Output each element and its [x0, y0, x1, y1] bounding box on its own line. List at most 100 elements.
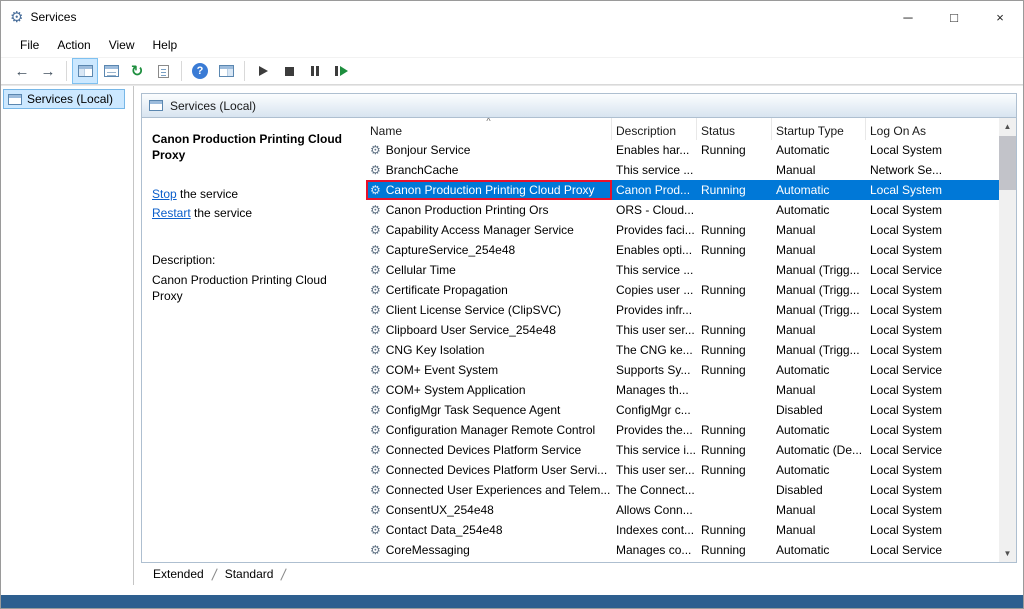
column-header[interactable]: Startup Type — [772, 118, 866, 140]
service-row[interactable]: Connected Devices Platform Service This … — [366, 440, 999, 460]
back-button[interactable]: ← — [10, 59, 34, 83]
service-startup-type: Automatic — [772, 143, 866, 157]
list-header: ^ Name Description — [366, 118, 999, 140]
service-row[interactable]: Client License Service (ClipSVC) Provide… — [366, 300, 999, 320]
service-startup-type: Manual (Trigg... — [772, 343, 866, 357]
vertical-scrollbar[interactable]: ▲ ▼ — [999, 118, 1016, 562]
service-description: Provides faci... — [612, 223, 697, 237]
service-row[interactable]: Certificate Propagation Copies user ... … — [366, 280, 999, 300]
forward-button[interactable]: → — [36, 59, 60, 83]
refresh-button[interactable]: ↻ — [125, 59, 149, 83]
export-list-button[interactable] — [151, 59, 175, 83]
console-tree-icon — [78, 65, 93, 77]
service-startup-type: Manual (Trigg... — [772, 263, 866, 277]
service-name: Clipboard User Service_254e48 — [386, 323, 556, 337]
minimize-button[interactable]: ─ — [885, 1, 931, 33]
service-row[interactable]: ConsentUX_254e48 Allows Conn... Manual L… — [366, 500, 999, 520]
restart-service-link[interactable]: Restart — [152, 206, 191, 220]
service-row[interactable]: CoreMessaging Manages co... Running Auto… — [366, 540, 999, 560]
service-name: Contact Data_254e48 — [386, 523, 503, 537]
restart-service-line: Restart the service — [152, 206, 356, 222]
menu-item[interactable]: File — [11, 34, 48, 56]
titlebar[interactable]: Services ─ □ × — [1, 1, 1023, 33]
service-row[interactable]: COM+ Event System Supports Sy... Running… — [366, 360, 999, 380]
view-tab[interactable]: Standard — [215, 565, 285, 583]
service-description: Enables har... — [612, 143, 697, 157]
service-name: Certificate Propagation — [386, 283, 508, 297]
service-description: This user ser... — [612, 323, 697, 337]
service-name-cell: COM+ System Application — [366, 380, 612, 400]
service-row[interactable]: Connected Devices Platform User Servi...… — [366, 460, 999, 480]
service-row[interactable]: Canon Production Printing Cloud Proxy Ca… — [366, 180, 999, 200]
properties-window-icon — [104, 65, 119, 77]
stop-service-link[interactable]: Stop — [152, 187, 177, 201]
help-button[interactable]: ? — [188, 59, 212, 83]
service-row[interactable]: Clipboard User Service_254e48 This user … — [366, 320, 999, 340]
action-pane-button[interactable] — [214, 59, 238, 83]
service-row[interactable]: Connected User Experiences and Telem... … — [366, 480, 999, 500]
menu-item[interactable]: Help — [144, 34, 187, 56]
view-tab[interactable]: Extended — [143, 565, 215, 583]
stop-service-line: Stop the service — [152, 187, 356, 203]
service-logon-as: Local Service — [866, 263, 999, 277]
menu-item[interactable]: View — [100, 34, 144, 56]
service-gear-icon — [370, 443, 381, 457]
service-logon-as: Local System — [866, 183, 999, 197]
service-row[interactable]: Canon Production Printing Ors ORS - Clou… — [366, 200, 999, 220]
service-gear-icon — [370, 343, 381, 357]
tree-item-services-local[interactable]: Services (Local) — [3, 89, 125, 109]
service-row[interactable]: Capability Access Manager Service Provid… — [366, 220, 999, 240]
service-row[interactable]: Contact Data_254e48 Indexes cont... Runn… — [366, 520, 999, 540]
column-header[interactable]: Description — [612, 118, 697, 140]
menu-item[interactable]: Action — [48, 34, 99, 56]
service-startup-type: Automatic — [772, 183, 866, 197]
service-row[interactable]: Configuration Manager Remote Control Pro… — [366, 420, 999, 440]
service-logon-as: Local System — [866, 523, 999, 537]
pause-service-button[interactable] — [303, 59, 327, 83]
scrollbar-thumb[interactable] — [999, 136, 1016, 190]
service-logon-as: Local System — [866, 303, 999, 317]
service-description: This user ser... — [612, 463, 697, 477]
service-startup-type: Automatic — [772, 203, 866, 217]
service-logon-as: Local System — [866, 243, 999, 257]
scroll-up-button[interactable]: ▲ — [999, 118, 1016, 135]
service-gear-icon — [370, 183, 381, 197]
stop-link-suffix: the service — [177, 187, 238, 201]
show-console-tree-button[interactable] — [73, 59, 97, 83]
service-name: CoreMessaging — [386, 543, 470, 557]
maximize-button[interactable]: □ — [931, 1, 977, 33]
service-row[interactable]: CNG Key Isolation The CNG ke... Running … — [366, 340, 999, 360]
service-description: Indexes cont... — [612, 523, 697, 537]
service-gear-icon — [370, 483, 381, 497]
column-header[interactable]: Log On As — [866, 118, 999, 140]
tree-item-label: Services (Local) — [27, 92, 113, 106]
taskbar-strip[interactable] — [1, 595, 1023, 608]
start-service-button[interactable] — [251, 59, 275, 83]
service-name: Configuration Manager Remote Control — [386, 423, 595, 437]
close-button[interactable]: × — [977, 1, 1023, 33]
service-name: CaptureService_254e48 — [386, 243, 515, 257]
service-status: Running — [697, 183, 772, 197]
console-tree-panel: Services (Local) — [1, 86, 134, 585]
column-header[interactable]: Status — [697, 118, 772, 140]
stop-service-button[interactable] — [277, 59, 301, 83]
service-description: This service i... — [612, 443, 697, 457]
service-row[interactable]: COM+ System Application Manages th... Ma… — [366, 380, 999, 400]
minimize-icon: ─ — [903, 10, 912, 25]
service-status: Running — [697, 443, 772, 457]
view-tab-label: Standard — [225, 567, 274, 581]
scrollbar-track[interactable] — [999, 135, 1016, 545]
scroll-down-button[interactable]: ▼ — [999, 545, 1016, 562]
service-description: ConfigMgr c... — [612, 403, 697, 417]
view-header-title: Services (Local) — [170, 99, 256, 113]
service-row[interactable]: ConfigMgr Task Sequence Agent ConfigMgr … — [366, 400, 999, 420]
service-row[interactable]: Cellular Time This service ... Manual (T… — [366, 260, 999, 280]
service-status: Running — [697, 463, 772, 477]
export-list-icon — [158, 65, 169, 78]
properties-button[interactable] — [99, 59, 123, 83]
service-row[interactable]: CaptureService_254e48 Enables opti... Ru… — [366, 240, 999, 260]
service-row[interactable]: BranchCache This service ... Manual Netw… — [366, 160, 999, 180]
column-header[interactable]: ^ Name — [366, 118, 612, 140]
restart-service-button[interactable] — [329, 59, 353, 83]
service-row[interactable]: Bonjour Service Enables har... Running A… — [366, 140, 999, 160]
